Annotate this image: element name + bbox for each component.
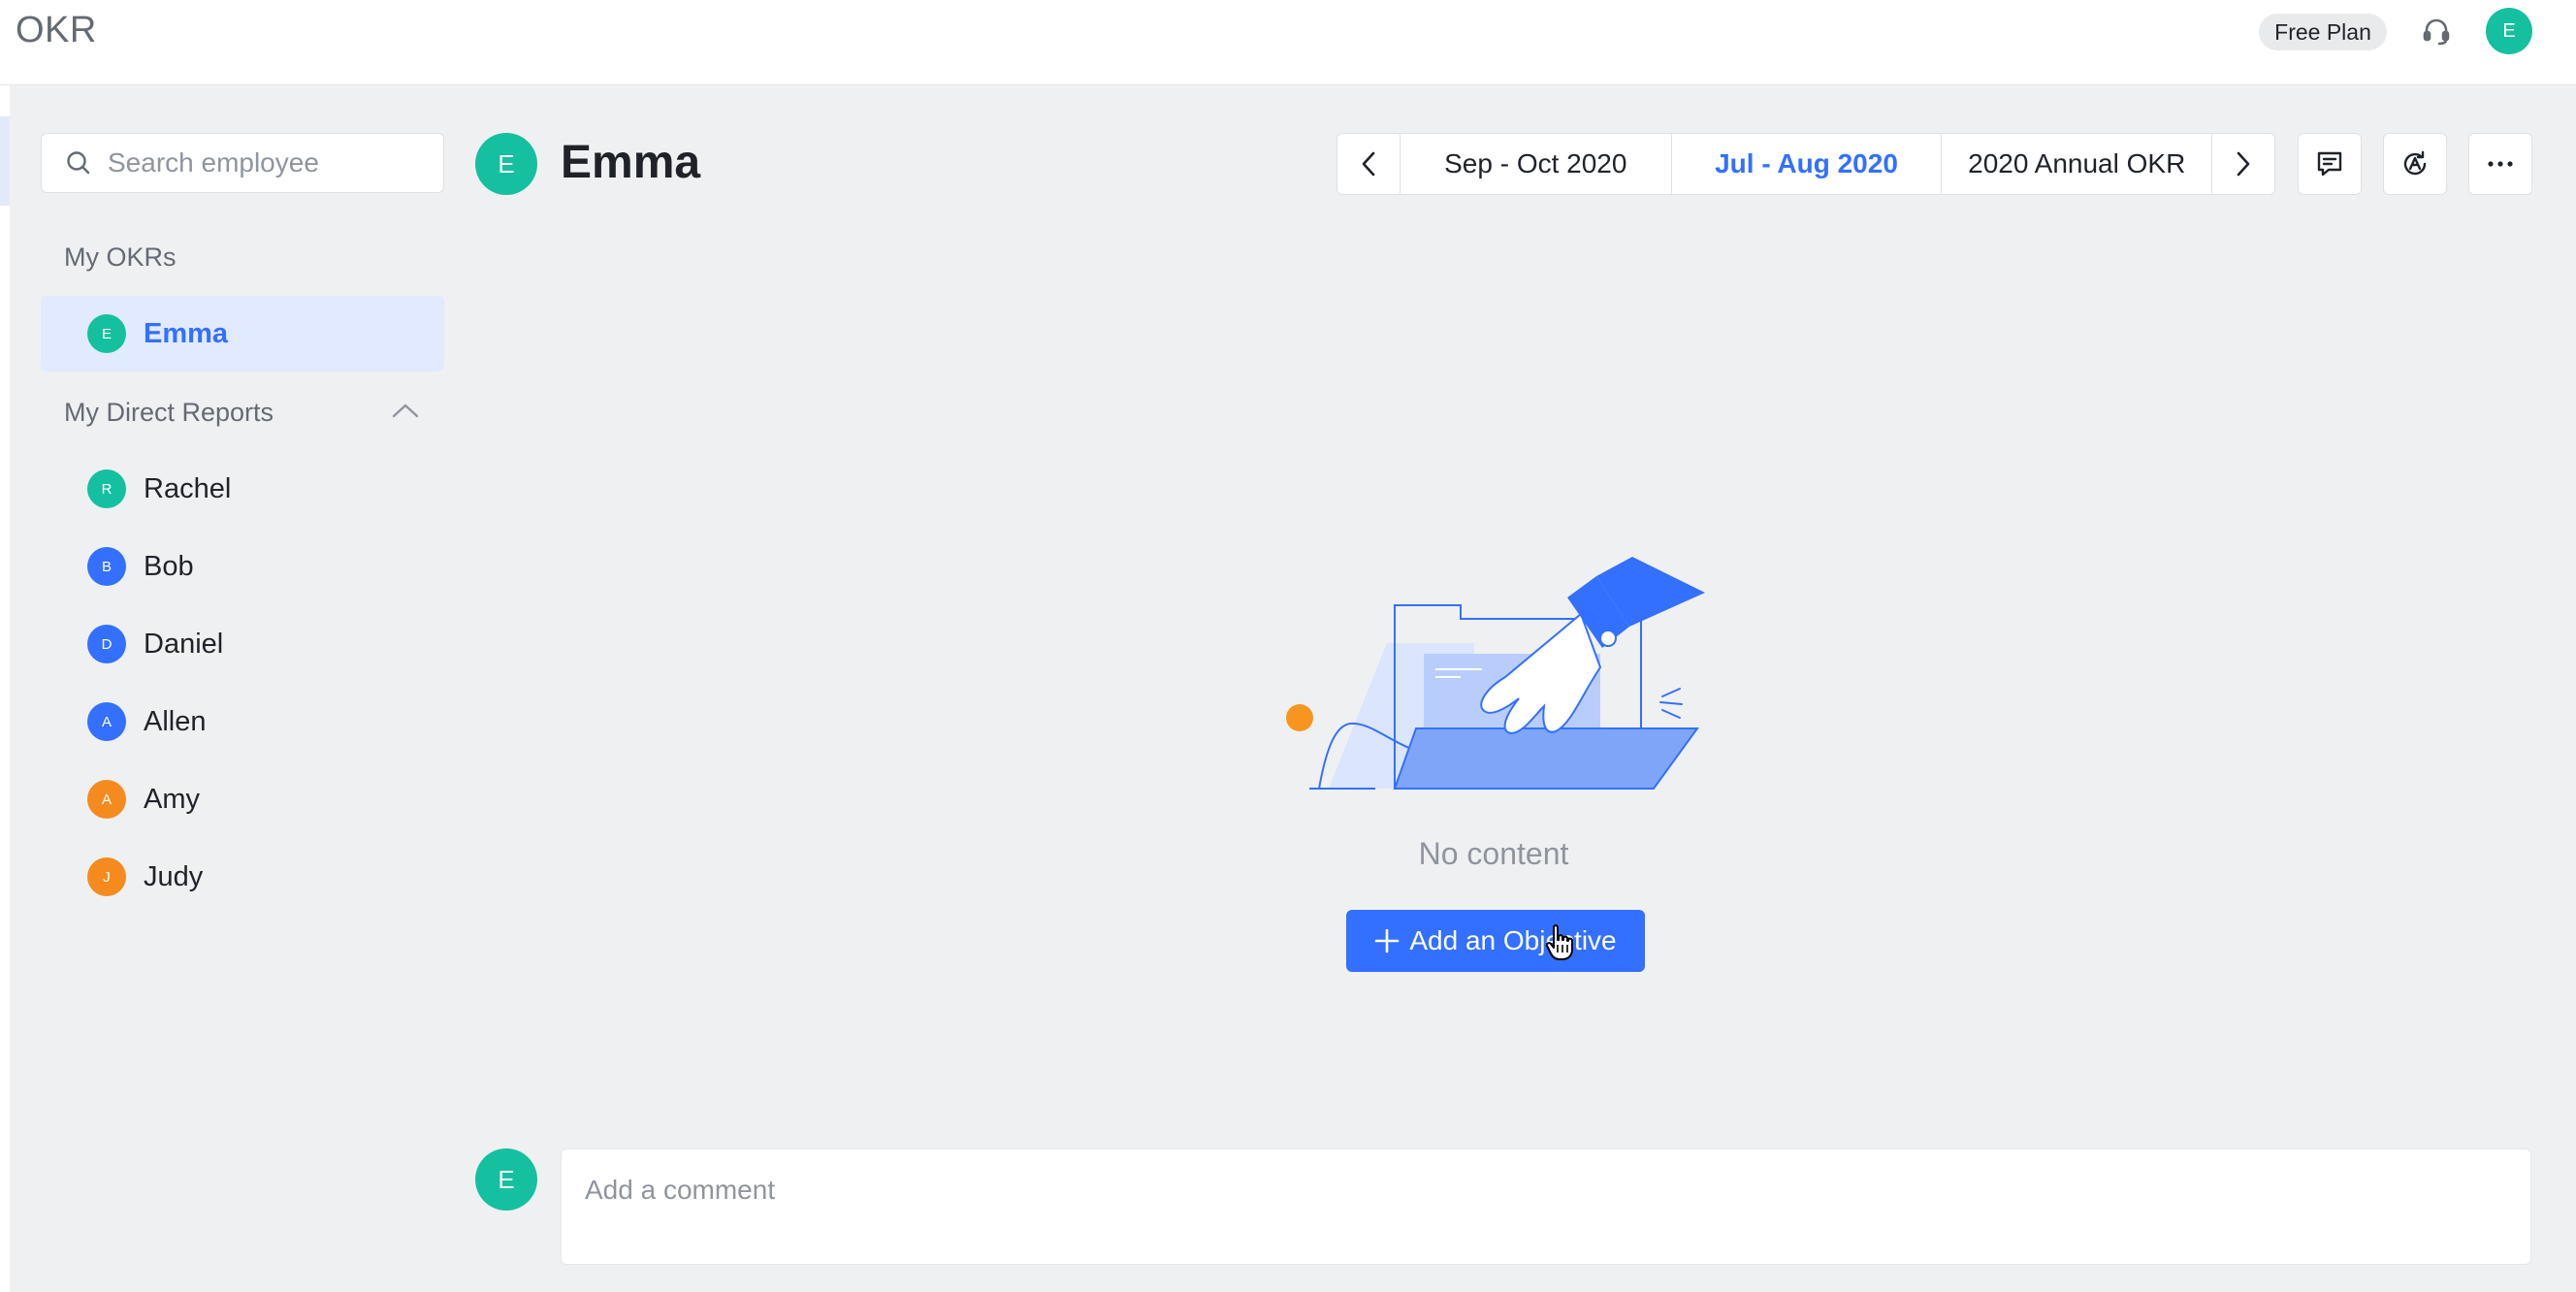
sidebar-item-label: Bob (144, 550, 194, 582)
add-objective-button[interactable]: Add an Objective (1346, 910, 1645, 972)
my-okrs-label: My OKRs (64, 242, 177, 272)
add-objective-label: Add an Objective (1409, 925, 1617, 955)
more-button[interactable] (2468, 133, 2532, 195)
next-period-button[interactable] (2211, 134, 2274, 194)
comments-button[interactable] (2298, 133, 2362, 195)
empty-state-text: No content (1418, 836, 1569, 871)
sidebar-item-allen[interactable]: A Allen (41, 684, 444, 759)
left-strip (0, 85, 10, 1292)
comment-user-avatar: E (475, 1148, 537, 1211)
prev-period-button[interactable] (1337, 134, 1401, 194)
period-selector: Sep - Oct 2020 Jul - Aug 2020 2020 Annua… (1336, 133, 2275, 195)
search-icon (67, 151, 90, 175)
empty-state-illustration (1286, 557, 1705, 790)
top-bar: OKR Free Plan E (0, 0, 2576, 85)
sidebar-item-label: Judy (144, 860, 204, 892)
avatar: E (87, 314, 126, 353)
avatar: A (87, 702, 126, 741)
comment-icon (2317, 151, 2342, 177)
avatar-initial: J (103, 868, 111, 886)
plus-icon (1374, 928, 1400, 953)
avatar-initial: E (498, 148, 515, 178)
more-icon (2488, 161, 2513, 167)
user-avatar-initial: E (2502, 19, 2516, 42)
hand-cursor-icon (1545, 924, 1573, 960)
headset-icon[interactable] (2419, 14, 2454, 48)
avatar-initial: B (101, 558, 112, 575)
avatar: B (87, 547, 126, 586)
sidebar-item-label: Emma (144, 317, 229, 349)
chevron-right-icon (2237, 151, 2250, 177)
sidebar-item-amy[interactable]: A Amy (41, 761, 444, 837)
comment-box[interactable] (561, 1148, 2531, 1265)
sidebar-item-label: Rachel (144, 472, 232, 504)
tab-jul-aug-2020[interactable]: Jul - Aug 2020 (1670, 134, 1942, 194)
tab-2020-annual-okr[interactable]: 2020 Annual OKR (1941, 134, 2211, 194)
avatar-initial: A (101, 791, 112, 808)
app-title: OKR (16, 10, 97, 50)
sidebar-item-emma[interactable]: E Emma (41, 296, 444, 371)
sidebar-item-rachel[interactable]: R Rachel (41, 451, 444, 527)
avatar: D (87, 625, 126, 663)
avatar: J (87, 857, 126, 896)
avatar-initial: A (101, 713, 112, 730)
left-strip-accent (0, 116, 10, 206)
sidebar-item-label: Amy (144, 783, 200, 815)
search-box[interactable] (41, 133, 444, 193)
avatar-initial: D (101, 635, 113, 653)
search-input[interactable] (108, 147, 428, 178)
plan-badge[interactable]: Free Plan (2259, 14, 2387, 50)
chevron-up-icon[interactable] (388, 396, 423, 425)
comment-input[interactable] (585, 1175, 2507, 1233)
history-icon (2403, 150, 2427, 176)
tab-sep-oct-2020[interactable]: Sep - Oct 2020 (1401, 134, 1671, 194)
avatar-initial: R (101, 480, 113, 498)
avatar: R (87, 469, 126, 508)
chevron-left-icon (1362, 151, 1375, 177)
user-avatar[interactable]: E (2486, 8, 2532, 54)
sidebar-item-judy[interactable]: J Judy (41, 839, 444, 915)
history-button[interactable] (2383, 133, 2447, 195)
sidebar-item-label: Allen (144, 705, 207, 737)
avatar-initial: E (101, 325, 112, 342)
avatar: A (87, 780, 126, 819)
sidebar-item-label: Daniel (144, 628, 224, 660)
main-user-avatar: E (475, 133, 537, 195)
avatar-initial: E (498, 1164, 515, 1194)
sidebar-item-bob[interactable]: B Bob (41, 529, 444, 604)
direct-reports-label: My Direct Reports (64, 398, 274, 427)
page-title: Emma (561, 137, 701, 188)
sidebar-item-daniel[interactable]: D Daniel (41, 606, 444, 682)
